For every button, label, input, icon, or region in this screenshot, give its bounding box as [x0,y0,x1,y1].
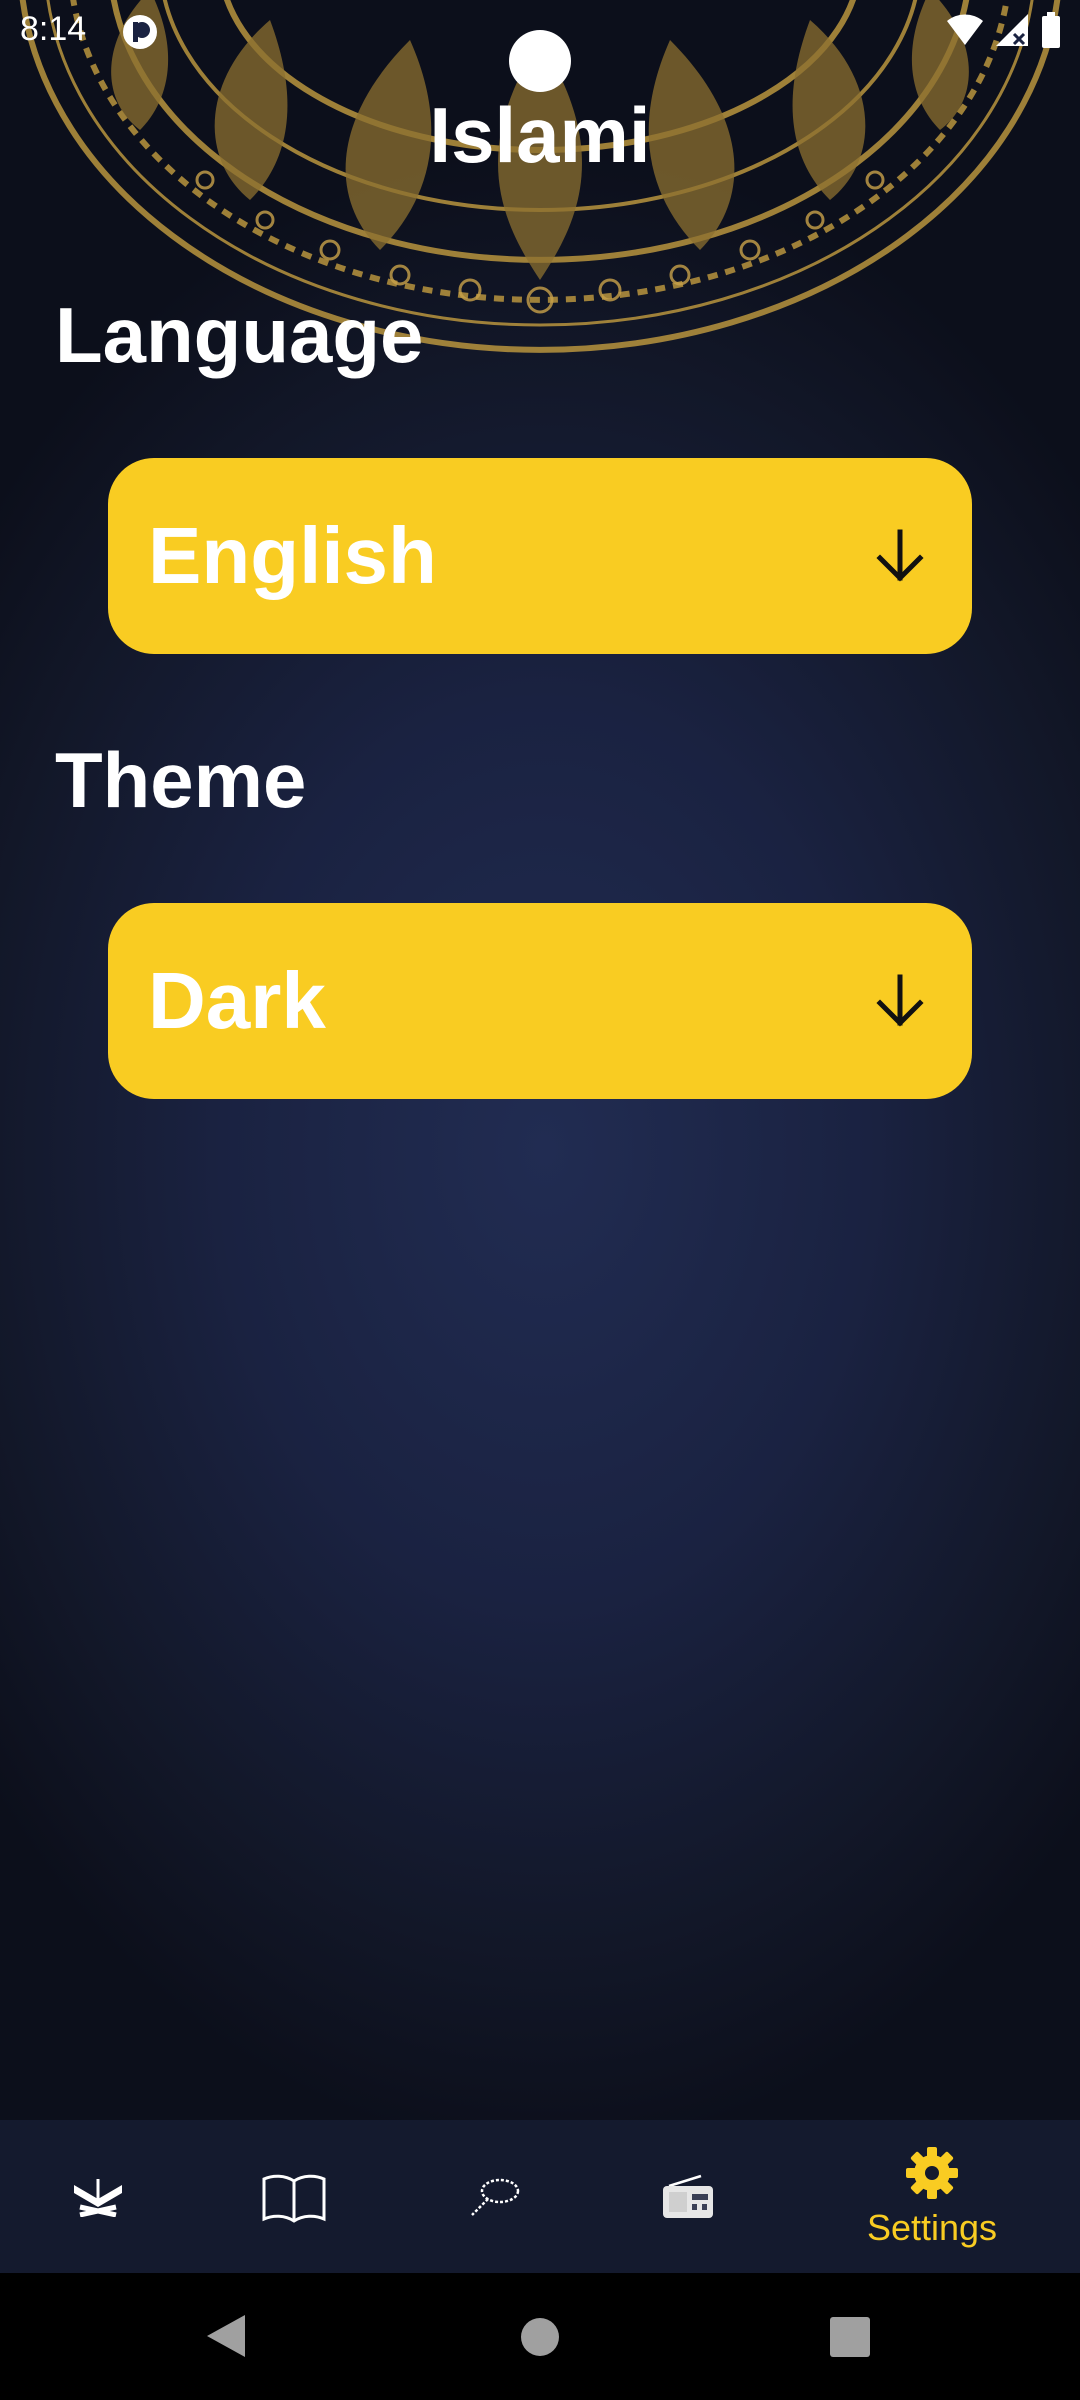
quran-icon [74,2178,122,2217]
battery-icon [1042,12,1060,48]
theme-dropdown[interactable]: Dark [108,903,972,1099]
nav-item-radio[interactable] [640,2120,736,2273]
language-label: Language [55,291,424,379]
nav-item-hadith[interactable] [246,2120,342,2273]
status-time: 8:14 [20,10,87,48]
nav-label-settings: Settings [866,2206,998,2248]
language-dropdown[interactable]: English [108,458,972,654]
page-title: Islami [429,91,651,179]
home-icon[interactable] [520,2317,560,2357]
system-navigation-bar [0,2273,1080,2400]
settings-screen: 8:14 Islami Language English Theme Dark … [0,0,1080,2400]
bottom-navigation: Settings [0,2120,1080,2273]
tasbeeh-icon [471,2178,520,2216]
radio-icon [663,2174,713,2218]
signal-icon [996,14,1028,46]
camera-cutout [509,30,571,92]
app-notification-icon [123,15,157,49]
book-icon [262,2174,326,2223]
theme-value: Dark [148,956,326,1045]
nav-item-tasbeeh[interactable] [446,2120,542,2273]
wifi-icon [947,14,983,46]
nav-item-settings[interactable]: Settings [852,2120,1012,2273]
nav-item-quran[interactable] [50,2120,146,2273]
recents-icon[interactable] [830,2317,870,2357]
language-value: English [148,511,437,600]
gear-icon [906,2146,958,2199]
arrow-down-icon [876,974,924,1027]
arrow-down-icon [876,529,924,582]
back-icon[interactable] [205,2313,247,2359]
theme-label: Theme [55,736,307,824]
status-icons [946,12,1062,48]
